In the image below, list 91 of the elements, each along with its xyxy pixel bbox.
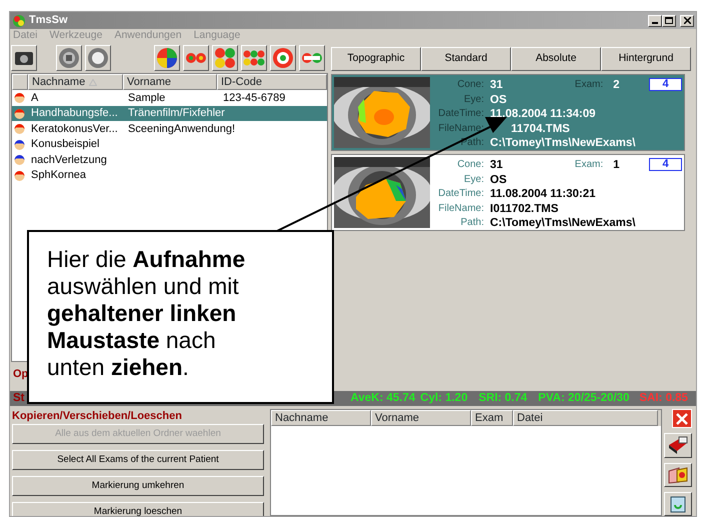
list-row[interactable]: A Sample 123-45-6789 xyxy=(12,90,327,106)
close-button[interactable] xyxy=(680,14,694,26)
panel-title: Kopieren/Verschieben/Loeschen xyxy=(12,409,183,424)
field-value: OS xyxy=(489,172,507,187)
table-cell-text: Tränenfilm/Fixfehler xyxy=(127,106,226,121)
maximize-button[interactable] xyxy=(662,14,676,26)
table-cell-text: SphKornea xyxy=(30,168,88,183)
field-value: 11704.TMS xyxy=(510,122,570,136)
toolbar-button[interactable] xyxy=(154,45,180,71)
count-badge: 4 xyxy=(649,78,682,91)
label-text: Op xyxy=(13,366,28,382)
toolbar-button[interactable] xyxy=(664,433,692,458)
count-badge: 4 xyxy=(649,158,682,171)
field-value: 2 xyxy=(612,78,620,92)
toolbar-button[interactable] xyxy=(85,45,111,71)
action-button[interactable]: Select All Exams of the current Patient xyxy=(12,450,264,470)
list-row[interactable]: SphKornea xyxy=(12,168,327,183)
status-value: SRI: 0.74 xyxy=(478,391,528,406)
toolbar-button[interactable] xyxy=(11,45,37,71)
field-value: I011702.TMS xyxy=(489,202,558,216)
field-value: C:\Tomey\Tms\NewExams\ xyxy=(489,216,636,230)
field-label: Cone: xyxy=(456,158,484,172)
field-label: Exam: xyxy=(574,78,604,92)
action-button[interactable]: Markierung umkehren xyxy=(12,476,264,496)
field-label: Cone: xyxy=(456,78,484,92)
camera-icon xyxy=(14,49,34,67)
field-label: FileName: xyxy=(437,122,484,136)
view-button[interactable]: Hintergrund xyxy=(601,47,691,71)
field-label: FileName: xyxy=(437,202,484,216)
toolbar-button[interactable] xyxy=(299,45,325,71)
field-value: OS xyxy=(489,92,507,107)
field-value: C:\Tomey\Tms\NewExams\ xyxy=(489,136,636,150)
table-cell-text: Handhabungsfe... xyxy=(30,106,119,121)
field-label: DateTime: xyxy=(437,187,484,201)
column-header[interactable]: Exam xyxy=(471,410,513,426)
column-header[interactable]: Vorname xyxy=(123,74,217,90)
app-icon xyxy=(12,14,26,28)
table-cell-text: KeratokonusVer... xyxy=(30,122,119,136)
column-header[interactable]: ID-Code xyxy=(217,74,327,90)
table-cell-text: 123-45-6789 xyxy=(222,90,286,106)
view-button[interactable]: Absolute xyxy=(511,47,601,71)
list-row[interactable]: nachVerletzung xyxy=(12,152,327,168)
exam-card[interactable]: Cone: 31 Exam: 1 Eye: OS DateTime: 11.08.2004 11:30:21 FileName: I011702.TMS Path: C:\Tomey\Tms\NewExams\ 4 xyxy=(331,154,685,231)
close-icon xyxy=(676,412,688,425)
callout-text: Hier die Aufnahme auswählen und mit gehaltener linken Maustaste nach unten ziehen. xyxy=(47,246,246,381)
toolbar-button[interactable] xyxy=(241,45,267,71)
minimize-button[interactable] xyxy=(648,14,662,26)
field-label: DateTime: xyxy=(437,107,484,121)
field-value: 31 xyxy=(489,78,503,92)
toolbar-button[interactable] xyxy=(270,45,296,71)
table-cell-text: Konusbeispiel xyxy=(30,137,100,152)
status-value: Cyl: 1.20 xyxy=(420,391,468,406)
table-cell-text: Sample xyxy=(127,90,166,106)
disc-icon xyxy=(87,47,109,69)
field-value: 11.08.2004 11:34:09 xyxy=(489,107,596,122)
list-row[interactable]: Konusbeispiel xyxy=(12,136,327,152)
column-header[interactable]: Datei xyxy=(513,410,658,426)
column-header[interactable]: Nachname xyxy=(28,74,123,90)
status-value: PVA: 20/25-20/30 xyxy=(538,391,630,406)
maximize-icon xyxy=(665,17,673,24)
field-value: 31 xyxy=(489,158,503,172)
field-value: 1 xyxy=(612,158,620,172)
table-cell-text: nachVerletzung xyxy=(30,152,108,168)
status-value: SAI: 0.85 xyxy=(639,391,688,406)
close-icon xyxy=(684,17,690,24)
toolbar-button[interactable] xyxy=(183,45,209,71)
toolbar-button[interactable] xyxy=(56,45,82,71)
column-header[interactable]: Vorname xyxy=(371,410,471,426)
field-label: Path: xyxy=(460,216,484,230)
field-label: Eye: xyxy=(462,172,484,186)
disc-icon xyxy=(58,47,80,69)
field-label: Eye: xyxy=(462,92,484,106)
field-label: Exam: xyxy=(574,158,604,172)
toolbar-button[interactable] xyxy=(664,462,692,487)
field-value: 11.08.2004 11:30:21 xyxy=(489,187,596,202)
toolbar-button[interactable] xyxy=(664,492,692,516)
status-value: AveK: 45.74 xyxy=(350,391,416,406)
column-header[interactable] xyxy=(12,74,28,90)
action-button[interactable]: Markierung loeschen xyxy=(12,502,264,516)
table-cell-text: SceeningAnwendung! xyxy=(127,122,236,136)
label-text: St xyxy=(13,391,24,406)
window-title: TmsSw xyxy=(29,13,68,28)
view-button[interactable]: Standard xyxy=(421,47,511,71)
column-header[interactable]: Nachname xyxy=(271,410,371,426)
table-cell-text: A xyxy=(30,90,40,106)
action-button: Alle aus dem aktuellen Ordner waehlen xyxy=(12,424,264,444)
sort-icon xyxy=(89,78,98,86)
list-row[interactable]: Handhabungsfe... Tränenfilm/Fixfehler xyxy=(12,106,327,121)
view-button[interactable]: Topographic xyxy=(331,47,421,71)
toolbar-button[interactable] xyxy=(212,45,238,71)
list-row[interactable]: KeratokonusVer... SceeningAnwendung! xyxy=(12,121,327,136)
